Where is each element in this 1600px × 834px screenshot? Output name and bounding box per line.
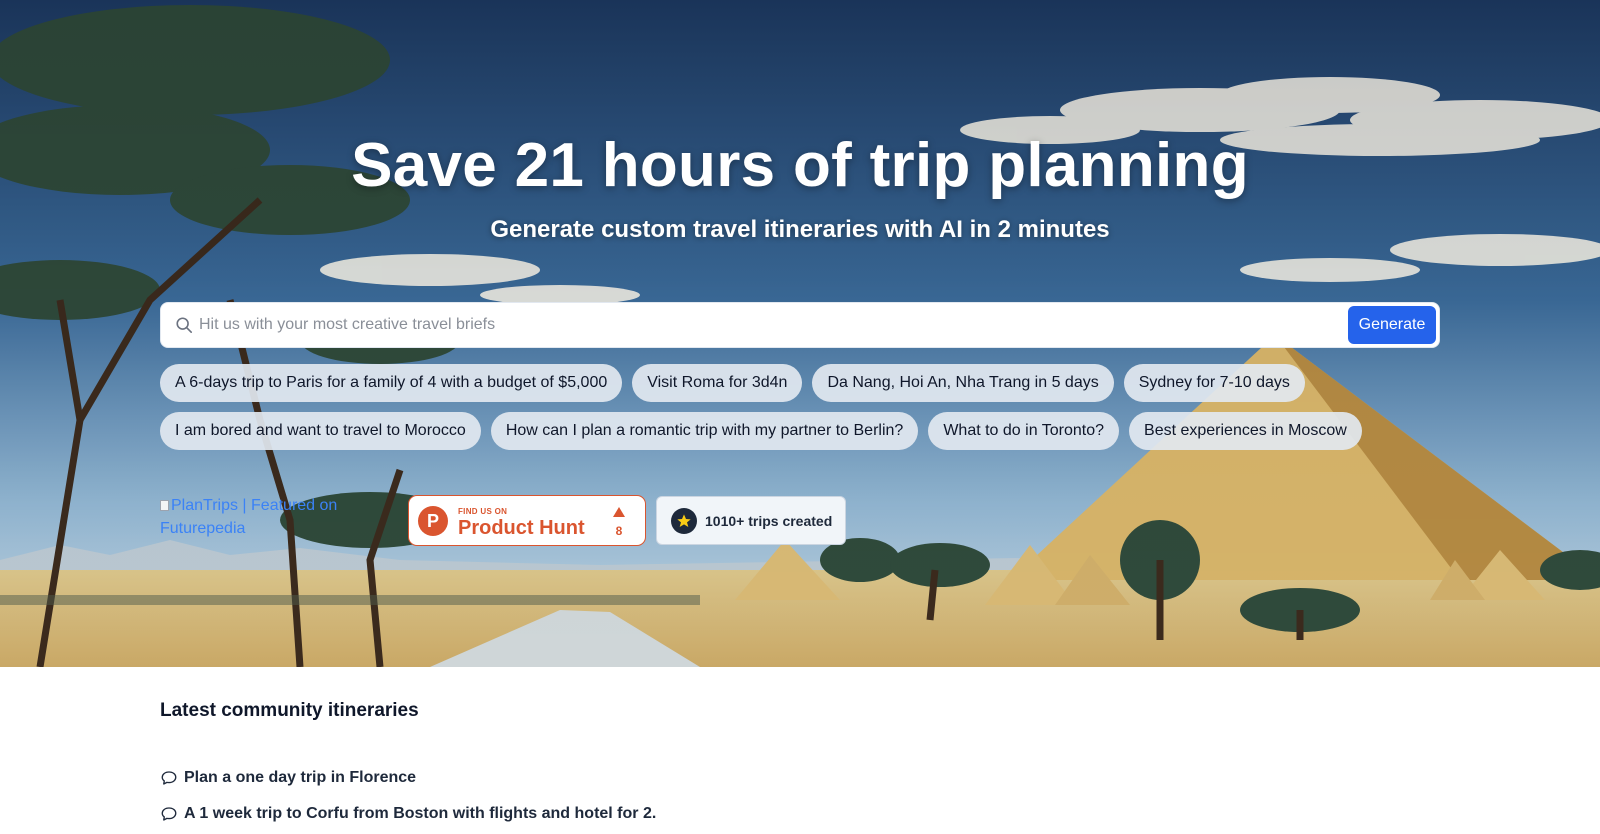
community-section-title: Latest community itineraries xyxy=(160,700,419,721)
hero-section: Save 21 hours of trip planning Generate … xyxy=(0,0,1600,667)
trips-created-badge: 1010+ trips created xyxy=(656,496,846,545)
itinerary-link[interactable]: Plan a one day trip in Florence xyxy=(160,760,656,796)
trips-created-count: 1010+ trips created xyxy=(705,513,833,529)
search-icon xyxy=(176,317,193,334)
suggestion-chip[interactable]: A 6-days trip to Paris for a family of 4… xyxy=(160,364,623,402)
star-icon xyxy=(671,508,697,534)
product-hunt-name: Product Hunt xyxy=(458,517,585,539)
product-hunt-kicker: FIND US ON xyxy=(458,507,508,516)
page-headline: Save 21 hours of trip planning xyxy=(351,131,1249,200)
upvote-triangle-icon xyxy=(613,507,625,517)
product-hunt-logo-icon: P xyxy=(418,506,448,536)
suggestion-chip[interactable]: What to do in Toronto? xyxy=(928,412,1120,450)
itinerary-title: Plan a one day trip in Florence xyxy=(184,769,417,786)
suggestion-chip[interactable]: Sydney for 7-10 days xyxy=(1123,364,1305,402)
product-hunt-badge[interactable]: P FIND US ON Product Hunt 8 xyxy=(408,495,646,546)
generate-button[interactable]: Generate xyxy=(1348,306,1436,344)
broken-image-icon xyxy=(160,500,169,511)
suggestion-chip[interactable]: I am bored and want to travel to Morocco xyxy=(160,412,481,450)
community-itinerary-list: Plan a one day trip in Florence A 1 week… xyxy=(160,760,656,832)
travel-brief-input[interactable] xyxy=(199,303,1319,347)
suggestion-chip[interactable]: Best experiences in Moscow xyxy=(1129,412,1362,450)
chat-bubble-icon xyxy=(161,771,177,785)
suggestion-chip[interactable]: Da Nang, Hoi An, Nha Trang in 5 days xyxy=(812,364,1114,402)
suggestion-chip[interactable]: Visit Roma for 3d4n xyxy=(632,364,803,402)
suggestion-chips: A 6-days trip to Paris for a family of 4… xyxy=(160,364,1450,450)
itinerary-link[interactable]: A 1 week trip to Corfu from Boston with … xyxy=(160,796,656,832)
search-bar: Generate xyxy=(160,302,1440,348)
upvote-count: 8 xyxy=(615,524,623,538)
futurepedia-badge-link[interactable]: PlanTrips | Featured on Futurepedia xyxy=(160,494,400,540)
futurepedia-badge-alt-text: PlanTrips | Featured on Futurepedia xyxy=(160,497,338,537)
product-hunt-letter: P xyxy=(426,511,439,531)
chat-bubble-icon xyxy=(161,807,177,821)
itinerary-title: A 1 week trip to Corfu from Boston with … xyxy=(184,805,657,822)
suggestion-chip[interactable]: How can I plan a romantic trip with my p… xyxy=(490,412,919,450)
page-subheadline: Generate custom travel itineraries with … xyxy=(490,216,1110,243)
